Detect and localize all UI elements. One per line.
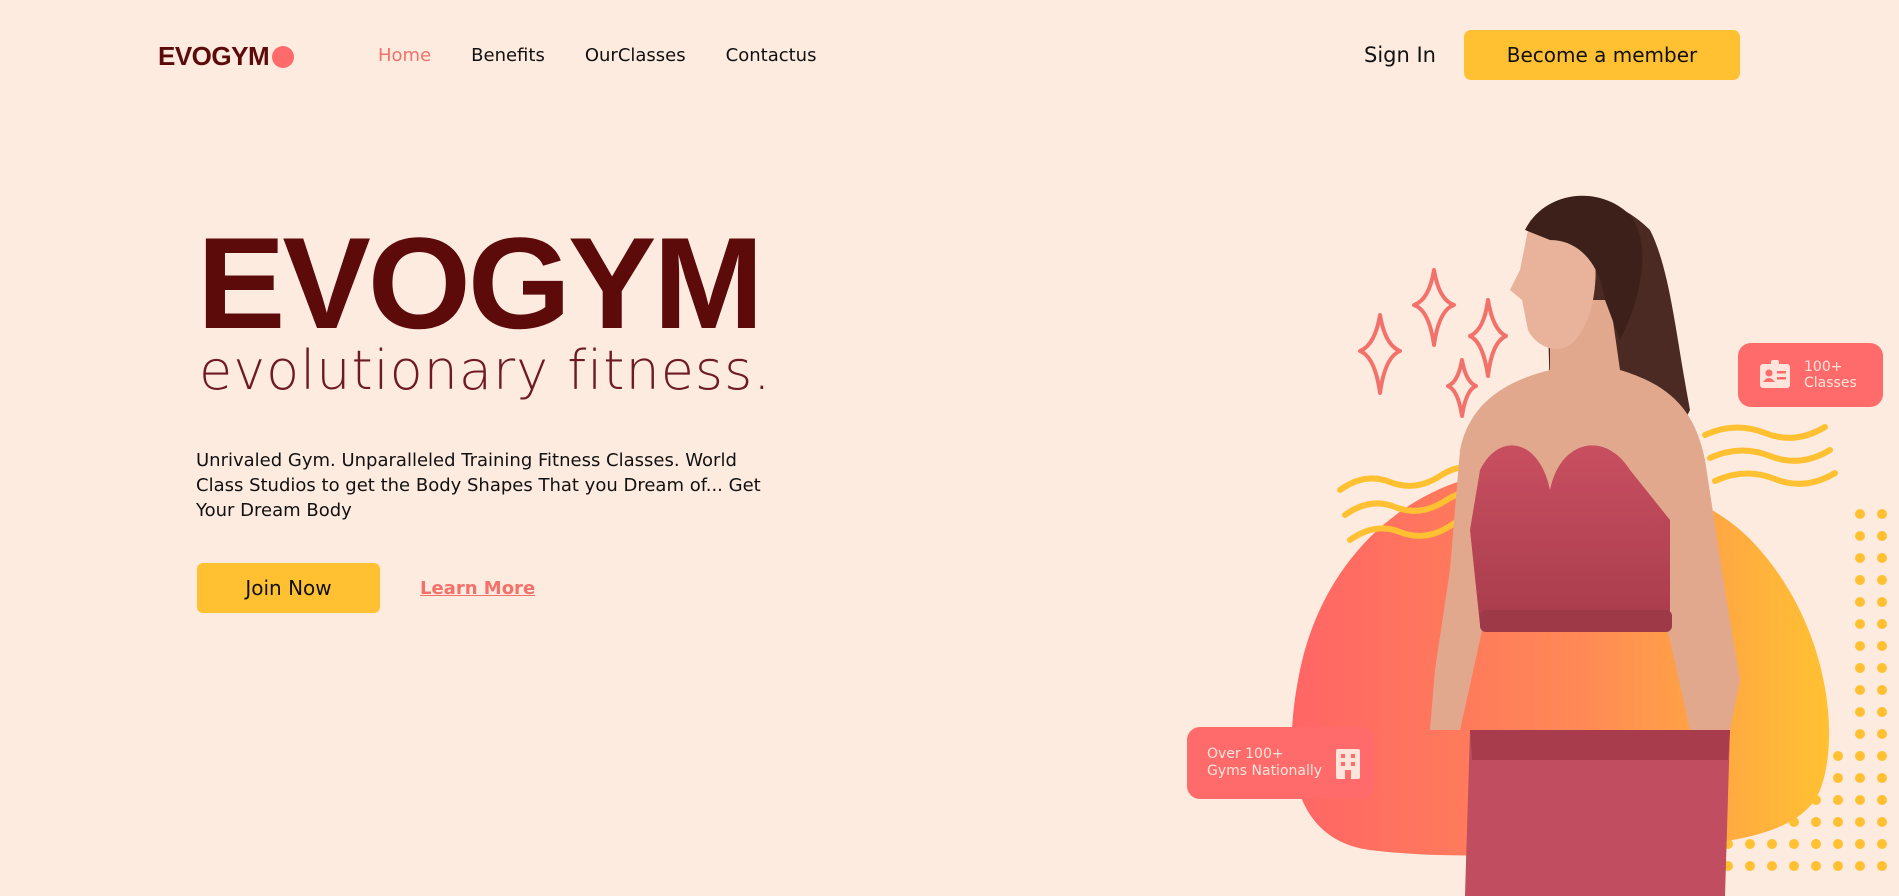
sign-in-link[interactable]: Sign In (1364, 43, 1436, 67)
logo-text: EVOGYM (158, 41, 270, 71)
hero-subtitle: evolutionary fitness. (199, 339, 772, 402)
logo[interactable]: EVOGYM (158, 41, 295, 72)
building-icon (1336, 749, 1361, 779)
gyms-badge: Over 100+ Gyms Nationally (1187, 727, 1374, 799)
id-card-icon (1760, 360, 1790, 388)
nav-link-our-classes[interactable]: OurClasses (585, 45, 686, 66)
gyms-badge-line1: Over 100+ (1207, 746, 1284, 762)
classes-badge-line2: Classes (1804, 375, 1857, 391)
join-now-button[interactable]: Join Now (197, 563, 380, 613)
classes-badge: 100+ Classes (1738, 343, 1883, 407)
sparkle-decoration (1358, 268, 1508, 418)
main-nav: Home Benefits OurClasses Contactus (378, 45, 856, 66)
classes-badge-line1: 100+ (1804, 359, 1843, 375)
woman-figure-illustration (1430, 195, 1740, 896)
nav-link-home[interactable]: Home (378, 45, 431, 66)
nav-link-contact-us[interactable]: Contactus (726, 45, 817, 66)
become-member-button[interactable]: Become a member (1464, 30, 1740, 80)
hero-title: EVOGYM (197, 210, 764, 356)
logo-dot-icon (272, 45, 295, 68)
nav-link-benefits[interactable]: Benefits (471, 45, 545, 66)
learn-more-link[interactable]: Learn More (420, 578, 535, 599)
hero-description: Unrivaled Gym. Unparalleled Training Fit… (196, 450, 761, 521)
gyms-badge-line2: Gyms Nationally (1207, 763, 1323, 779)
